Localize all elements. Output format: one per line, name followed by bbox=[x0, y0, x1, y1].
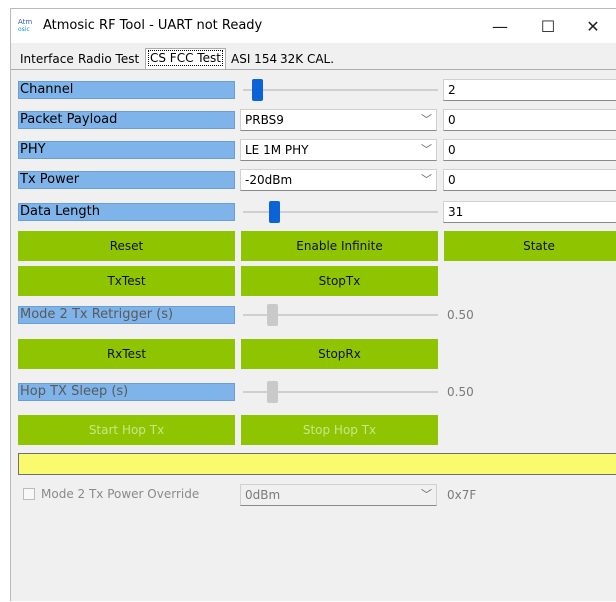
chevron-down-icon: ﹀ bbox=[421, 143, 432, 156]
slider-thumb[interactable] bbox=[267, 304, 278, 326]
override-power-select[interactable]: 0dBm ﹀ bbox=[240, 484, 437, 506]
atmosic-logo-icon: Atm osic bbox=[18, 19, 36, 35]
stoptx-button[interactable]: StopTx bbox=[241, 266, 438, 296]
select-value: 0dBm bbox=[245, 488, 281, 502]
slider-thumb[interactable] bbox=[252, 79, 263, 101]
phy-label: PHY bbox=[18, 141, 235, 159]
slider-thumb[interactable] bbox=[267, 381, 278, 403]
enable-infinite-button[interactable]: Enable Infinite bbox=[241, 231, 438, 261]
select-value: PRBS9 bbox=[245, 113, 284, 127]
window-title: Atmosic RF Tool - UART not Ready bbox=[43, 18, 263, 33]
select-value: LE 1M PHY bbox=[245, 143, 309, 157]
tab-label: Interface bbox=[20, 52, 74, 66]
tx-power-value-field[interactable]: 0 bbox=[443, 169, 616, 191]
hop-tx-sleep-label: Hop TX Sleep (s) bbox=[18, 383, 235, 401]
channel-label: Channel bbox=[18, 81, 235, 99]
txtest-button[interactable]: TxTest bbox=[18, 266, 235, 296]
cs-fcc-test-panel: Channel 2 Packet Payload PRBS9 ﹀ 0 PHY L… bbox=[11, 69, 616, 602]
override-value: 0x7F bbox=[447, 488, 477, 502]
hop-tx-sleep-value: 0.50 bbox=[447, 385, 474, 399]
tab-label: ASI 154 bbox=[231, 52, 278, 66]
title-bar[interactable]: Atm osic Atmosic RF Tool - UART not Read… bbox=[11, 9, 616, 43]
channel-slider[interactable] bbox=[243, 78, 438, 102]
state-button[interactable]: State bbox=[444, 231, 616, 261]
slider-thumb[interactable] bbox=[269, 201, 280, 223]
tab-32k-cal[interactable]: 32K CAL. bbox=[277, 50, 337, 68]
maximize-icon: ☐ bbox=[540, 16, 556, 36]
select-value: -20dBm bbox=[245, 173, 293, 187]
tab-label: CS FCC Test bbox=[148, 50, 223, 66]
tab-radio-test[interactable]: Radio Test bbox=[75, 50, 142, 68]
close-button[interactable]: ✕ bbox=[570, 9, 616, 43]
tab-label: Radio Test bbox=[78, 52, 140, 66]
data-length-value-field[interactable]: 31 bbox=[443, 201, 616, 223]
rxtest-button[interactable]: RxTest bbox=[18, 339, 235, 369]
logo-text-bottom: osic bbox=[18, 26, 30, 33]
channel-value-field[interactable]: 2 bbox=[443, 79, 616, 101]
packet-payload-value-field[interactable]: 0 bbox=[443, 109, 616, 131]
hop-tx-sleep-slider[interactable] bbox=[243, 380, 438, 404]
data-length-label: Data Length bbox=[18, 203, 235, 221]
minimize-button[interactable]: — bbox=[477, 9, 523, 43]
mode2-retrigger-value: 0.50 bbox=[447, 308, 474, 322]
tab-cs-fcc-test[interactable]: CS FCC Test bbox=[145, 48, 226, 69]
mode2-retrigger-slider[interactable] bbox=[243, 303, 438, 327]
packet-payload-label: Packet Payload bbox=[18, 111, 235, 129]
chevron-down-icon: ﹀ bbox=[421, 173, 432, 186]
maximize-button[interactable]: ☐ bbox=[525, 9, 571, 43]
tx-power-select[interactable]: -20dBm ﹀ bbox=[240, 169, 437, 191]
phy-value-field[interactable]: 0 bbox=[443, 139, 616, 161]
mode2-power-override-row[interactable]: Mode 2 Tx Power Override bbox=[23, 487, 199, 501]
mode2-retrigger-label: Mode 2 Tx Retrigger (s) bbox=[18, 306, 235, 324]
packet-payload-select[interactable]: PRBS9 ﹀ bbox=[240, 109, 437, 131]
reset-button[interactable]: Reset bbox=[18, 231, 235, 261]
close-icon: ✕ bbox=[586, 16, 600, 36]
stoprx-button[interactable]: StopRx bbox=[241, 339, 438, 369]
stop-hop-tx-button[interactable]: Stop Hop Tx bbox=[241, 415, 438, 445]
app-window: Atm osic Atmosic RF Tool - UART not Read… bbox=[10, 8, 616, 601]
tab-strip: Interface Radio Test CS FCC Test ASI 154… bbox=[11, 48, 616, 69]
chevron-down-icon: ﹀ bbox=[421, 113, 432, 126]
data-length-slider[interactable] bbox=[243, 200, 438, 224]
slider-track bbox=[243, 89, 438, 91]
tab-asi-154[interactable]: ASI 154 bbox=[228, 50, 280, 68]
tab-interface[interactable]: Interface bbox=[17, 50, 77, 68]
minimize-icon: — bbox=[492, 16, 508, 36]
tab-label: 32K CAL. bbox=[280, 52, 335, 66]
checkbox-label: Mode 2 Tx Power Override bbox=[41, 487, 200, 501]
mode2-power-override-checkbox[interactable] bbox=[23, 488, 35, 500]
status-progress-bar bbox=[18, 453, 616, 475]
phy-select[interactable]: LE 1M PHY ﹀ bbox=[240, 139, 437, 161]
logo-text-top: Atm bbox=[18, 18, 33, 26]
chevron-down-icon: ﹀ bbox=[421, 488, 432, 501]
start-hop-tx-button[interactable]: Start Hop Tx bbox=[18, 415, 235, 445]
tx-power-label: Tx Power bbox=[18, 171, 235, 189]
